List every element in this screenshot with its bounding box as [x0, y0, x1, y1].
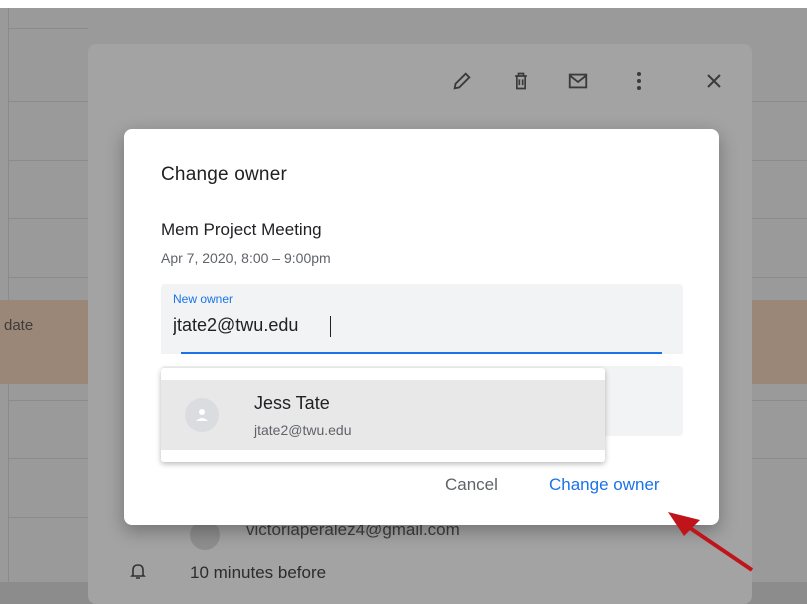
- event-name: Mem Project Meeting: [161, 220, 322, 239]
- person-icon: [185, 398, 219, 432]
- calendar-gridline: [8, 8, 9, 582]
- annotation-arrow: [668, 512, 754, 572]
- calendar-gridline: [8, 400, 88, 401]
- calendar-event-text: date: [4, 317, 34, 334]
- new-owner-field[interactable]: New owner: [161, 284, 683, 354]
- calendar-gridline: [752, 101, 807, 102]
- calendar-gridline: [752, 400, 807, 401]
- field-underline: [181, 352, 662, 354]
- notification-text: 10 minutes before: [190, 563, 327, 582]
- top-bar: [0, 0, 807, 8]
- calendar-gridline: [8, 160, 88, 161]
- cancel-button[interactable]: Cancel: [445, 475, 498, 495]
- calendar-gridline: [8, 458, 88, 459]
- calendar-gridline: [8, 277, 88, 278]
- more-vert-icon[interactable]: [622, 64, 656, 98]
- pencil-icon[interactable]: [445, 64, 479, 98]
- close-icon[interactable]: [697, 64, 731, 98]
- suggestion-email: jtate2@twu.edu: [254, 422, 352, 438]
- trash-icon[interactable]: [504, 64, 538, 98]
- calendar-gridline: [8, 101, 88, 102]
- calendar-gridline: [8, 218, 88, 219]
- dialog-title: Change owner: [161, 164, 287, 185]
- calendar-gridline: [8, 517, 88, 518]
- event-time: Apr 7, 2020, 8:00 – 9:00pm: [161, 250, 331, 266]
- owner-suggestion-dropdown: Jess Tate jtate2@twu.edu: [161, 368, 605, 462]
- change-owner-dialog: Change owner Mem Project Meeting Apr 7, …: [124, 129, 719, 525]
- calendar-gridline: [752, 160, 807, 161]
- calendar-gridline: [752, 218, 807, 219]
- calendar-gridline: [752, 277, 807, 278]
- new-owner-label: New owner: [173, 292, 234, 306]
- calendar-gridline: [8, 28, 88, 29]
- suggestion-name: Jess Tate: [254, 393, 330, 413]
- envelope-icon[interactable]: [561, 64, 595, 98]
- suggestion-item[interactable]: Jess Tate jtate2@twu.edu: [161, 380, 605, 450]
- new-owner-input[interactable]: [161, 312, 673, 338]
- dialog-actions: Cancel Change owner: [124, 475, 719, 499]
- calendar-gridline: [752, 458, 807, 459]
- text-cursor: [330, 316, 331, 337]
